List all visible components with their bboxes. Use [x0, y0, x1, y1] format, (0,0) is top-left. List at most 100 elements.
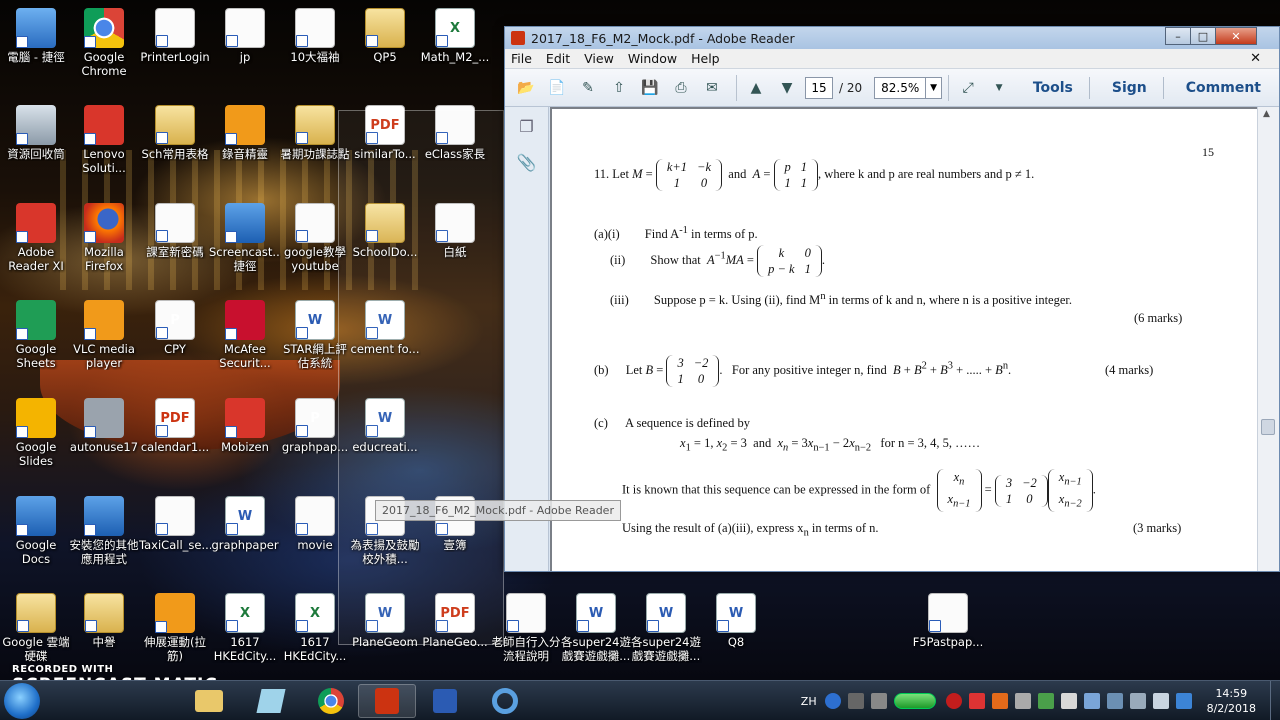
page-thumbnails-icon[interactable]: ❐ [516, 117, 538, 139]
comment-pane-button[interactable]: Comment [1186, 80, 1261, 96]
desktop-icon[interactable]: TaxiCall_se... [139, 496, 211, 552]
create-pdf-icon[interactable]: 📄 [544, 76, 570, 100]
document-close-icon[interactable]: ✕ [1250, 51, 1261, 66]
desktop-icon[interactable]: PrinterLogin [139, 8, 211, 64]
bluetooth-icon[interactable] [1175, 693, 1192, 709]
maximize-button[interactable]: □ [1190, 27, 1216, 45]
zoom-select[interactable]: 82.5% ▼ [874, 76, 943, 99]
document-view[interactable]: 15 11. Let M = k+1 −k 1 0 and A = p111, whe… [550, 107, 1257, 571]
taskbar-screencast-icon[interactable] [476, 684, 534, 718]
open-icon[interactable]: 📂 [513, 76, 539, 100]
network-icon[interactable] [1083, 693, 1100, 709]
powerpoint-icon: P [155, 300, 195, 340]
keyboard-icon[interactable] [847, 693, 864, 709]
input-language[interactable]: ZH [801, 695, 817, 708]
desktop-icon[interactable]: Sch常用表格 [139, 105, 211, 161]
desktop-icon[interactable]: F5Pastpap... [912, 593, 984, 649]
chevron-down-icon[interactable]: ▼ [925, 77, 941, 98]
recording-status-icon[interactable] [893, 693, 936, 709]
desktop-icon[interactable]: Google 雲端硬碟 [0, 593, 72, 663]
scrollbar-thumb[interactable] [1261, 419, 1275, 435]
tray-app-icon[interactable] [1037, 693, 1054, 709]
desktop-icon[interactable]: autonuse17 [68, 398, 140, 454]
menu-file[interactable]: File [511, 51, 532, 66]
desktop-icon[interactable]: W 各super24遊戲賽遊戲攤... [630, 593, 702, 663]
attachments-icon[interactable]: 📎 [516, 153, 538, 175]
desktop-icon[interactable]: 資源回收筒 [0, 105, 72, 161]
edit-icon[interactable]: ✎ [575, 76, 601, 100]
close-button[interactable]: ✕ [1215, 27, 1257, 45]
desktop-icon[interactable]: Wgraphpaper [209, 496, 281, 552]
desktop-icon[interactable]: QP5 [349, 8, 421, 64]
desktop-icon[interactable]: Google Docs [0, 496, 72, 566]
desktop-icon[interactable]: X Math_M2_... [419, 8, 491, 64]
volume-icon[interactable] [1152, 693, 1169, 709]
vertical-scrollbar[interactable]: ▲ [1257, 107, 1279, 571]
taskbar-explorer-icon[interactable] [180, 684, 238, 718]
desktop-icon[interactable]: Google Sheets [0, 300, 72, 370]
desktop-icon[interactable]: PDF calendar1... [139, 398, 211, 454]
adobe-reader-window[interactable]: 2017_18_F6_M2_Mock.pdf - Adobe Reader – … [504, 26, 1280, 572]
desktop-icon[interactable]: Mobizen [209, 398, 281, 454]
scroll-up-icon[interactable]: ▲ [1263, 109, 1270, 119]
desktop-icon[interactable]: Google Slides [0, 398, 72, 468]
taskbar-word-icon[interactable] [416, 684, 474, 718]
menu-help[interactable]: Help [691, 51, 720, 66]
tools-pane-button[interactable]: Tools [1033, 80, 1073, 96]
desktop-icon[interactable]: 中譽 [68, 593, 140, 649]
taskbar-chrome-icon[interactable] [302, 684, 360, 718]
toolbar-options-icon[interactable]: ▼ [986, 76, 1012, 100]
taskbar-note-icon[interactable] [242, 684, 300, 718]
desktop-icon[interactable]: McAfee Securit... [209, 300, 281, 370]
desktop-icon[interactable]: P CPY [139, 300, 211, 356]
desktop-icon[interactable]: W Q8 [700, 593, 772, 649]
print-icon[interactable]: ⎙ [668, 76, 694, 100]
menu-edit[interactable]: Edit [546, 51, 570, 66]
flag-icon[interactable] [1060, 693, 1077, 709]
desktop-icon[interactable]: X 1617 HKEdCity... [209, 593, 281, 663]
desktop-icon[interactable]: VLC media player [68, 300, 140, 370]
mobizen-tray-icon[interactable] [945, 693, 962, 709]
desktop-icon[interactable]: Mozilla Firefox [68, 203, 140, 273]
desktop-icon[interactable]: Google Chrome [68, 8, 140, 78]
mcafee-icon [225, 300, 265, 340]
desktop-icon-label: 1617 HKEdCity... [213, 635, 277, 663]
desktop-icon[interactable]: 10大福袖 [279, 8, 351, 64]
desktop-icon[interactable]: Lenovo Soluti... [68, 105, 140, 175]
tray-app-icon[interactable] [968, 693, 985, 709]
audio-icon [225, 105, 265, 145]
start-button[interactable] [4, 683, 40, 719]
desktop-icon[interactable]: 課室新密碼 [139, 203, 211, 259]
power-icon[interactable] [1129, 693, 1146, 709]
tray-app-icon[interactable] [1014, 693, 1031, 709]
desktop-icon[interactable]: W 各super24遊戲賽遊戲攤... [560, 593, 632, 663]
menu-view[interactable]: View [584, 51, 614, 66]
upload-icon[interactable]: ⇧ [606, 76, 632, 100]
q11-intro: 11. Let [594, 166, 629, 181]
desktop-icon[interactable]: jp [209, 8, 281, 64]
desktop-icon[interactable]: 伸展運動(拉筋) [139, 593, 211, 663]
clock[interactable]: 14:59 8/2/2018 [1207, 686, 1256, 716]
taskbar-adobe-reader-icon[interactable] [358, 684, 416, 718]
previous-page-icon[interactable]: ▲ [743, 76, 769, 100]
desktop-icon[interactable]: 電腦 - 捷徑 [0, 8, 72, 64]
menu-window[interactable]: Window [628, 51, 677, 66]
display-icon[interactable] [1106, 693, 1123, 709]
fit-page-icon[interactable]: ⤢ [955, 76, 981, 100]
show-desktop-button[interactable] [1270, 681, 1280, 720]
minimize-button[interactable]: – [1165, 27, 1191, 45]
ime-settings-icon[interactable] [870, 693, 887, 709]
tray-app-icon[interactable] [991, 693, 1008, 709]
desktop-icon[interactable]: 安裝您的其他應用程式 [68, 496, 140, 566]
excel-icon: X [295, 593, 335, 633]
desktop-icon[interactable]: Adobe Reader XI [0, 203, 72, 273]
help-icon[interactable] [824, 693, 841, 709]
window-titlebar[interactable]: 2017_18_F6_M2_Mock.pdf - Adobe Reader – … [505, 27, 1279, 49]
email-icon[interactable]: ✉ [699, 76, 725, 100]
save-icon[interactable]: 💾 [637, 76, 663, 100]
desktop-icon[interactable]: Screencast... 捷徑 [209, 203, 281, 273]
page-number-input[interactable]: 15 [805, 76, 833, 99]
desktop-icon[interactable]: 錄音精靈 [209, 105, 281, 161]
next-page-icon[interactable]: ▼ [774, 76, 800, 100]
sign-pane-button[interactable]: Sign [1112, 80, 1147, 96]
